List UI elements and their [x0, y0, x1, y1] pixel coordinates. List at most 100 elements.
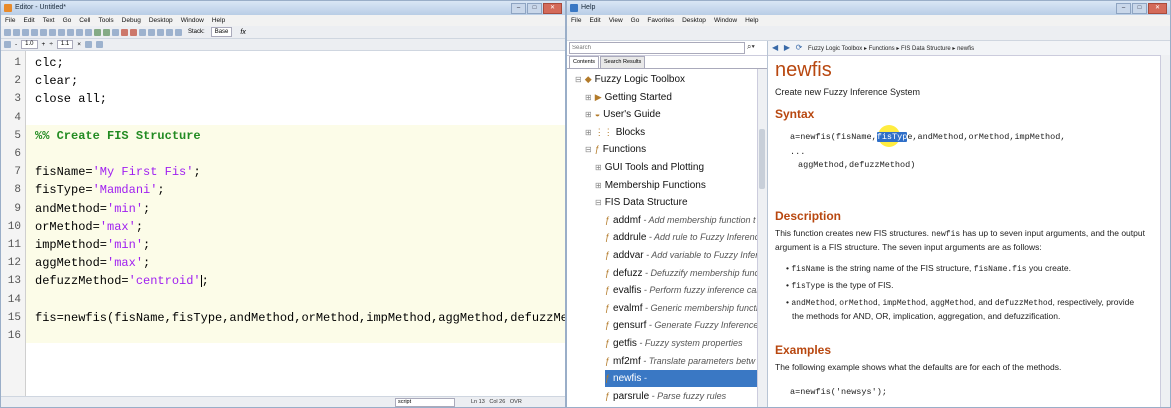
code-line[interactable]: 9 andMethod='min';: [1, 201, 565, 217]
help-menu-go[interactable]: Go: [631, 15, 640, 26]
step-in-icon[interactable]: [148, 28, 155, 36]
code-line[interactable]: 11 impMethod='min';: [1, 237, 565, 253]
code-line[interactable]: 3 close all;: [1, 91, 565, 107]
close-icon[interactable]: ✕: [1148, 3, 1167, 14]
continue-icon[interactable]: [166, 28, 173, 36]
tree-item-evalmf[interactable]: ƒ evalmf - Generic membership functi: [605, 300, 757, 317]
eval-cell-icon[interactable]: [4, 41, 11, 48]
minimize-icon[interactable]: –: [511, 3, 526, 14]
tree-item-getting-started[interactable]: ⊞ ▶ Getting Started: [585, 89, 672, 106]
tree-item-functions[interactable]: ⊟ ƒ Functions: [585, 141, 646, 158]
cell-minus-button[interactable]: -: [15, 41, 17, 48]
editor-menu-help[interactable]: Help: [212, 15, 225, 26]
tree-item-membership-functions[interactable]: ⊞ Membership Functions: [595, 177, 706, 194]
editor-menu-tools[interactable]: Tools: [98, 15, 113, 26]
minimize-icon[interactable]: –: [1116, 3, 1131, 14]
tab-search-results[interactable]: Search Results: [600, 56, 646, 68]
forward-arrow-icon[interactable]: ▶: [784, 43, 790, 52]
help-menu-help[interactable]: Help: [745, 15, 758, 26]
fx-icon[interactable]: fx: [240, 29, 245, 36]
cell-plus-button[interactable]: +: [42, 41, 46, 48]
code-line[interactable]: 15 fis=newfis(fisName,fisType,andMethod,o…: [1, 310, 565, 326]
cell-times-button[interactable]: ×: [77, 41, 81, 48]
refresh-icon[interactable]: ⟳: [796, 43, 803, 52]
expand-icon[interactable]: ⊞: [595, 181, 602, 190]
copy-icon[interactable]: [40, 28, 47, 36]
tree-item-fuzzy-logic-toolbox[interactable]: ⊟ ◆ Fuzzy Logic Toolbox: [575, 71, 685, 88]
breakpoint-icon[interactable]: [121, 28, 128, 36]
help-menu-file[interactable]: File: [571, 15, 581, 26]
forward-icon[interactable]: [103, 28, 110, 36]
help-menu-edit[interactable]: Edit: [589, 15, 600, 26]
editor-menu-window[interactable]: Window: [181, 15, 204, 26]
tree-item-evalfis[interactable]: ƒ evalfis - Perform fuzzy inference cal: [605, 282, 757, 299]
step-out-icon[interactable]: [157, 28, 164, 36]
code-line[interactable]: 14: [1, 292, 565, 308]
expand-icon[interactable]: ⊞: [585, 93, 592, 102]
editor-menu-file[interactable]: File: [5, 15, 15, 26]
tree-item-newfis[interactable]: ƒ newfis -: [605, 370, 757, 388]
tree-item-fis-data-structure[interactable]: ⊟ FIS Data Structure: [595, 194, 688, 211]
code-line[interactable]: 5 %% Create FIS Structure: [1, 128, 565, 144]
code-line[interactable]: 1 clc;: [1, 55, 565, 71]
expand-icon[interactable]: ⊞: [595, 163, 602, 172]
code-line[interactable]: 7 fisName='My First Fis';: [1, 164, 565, 180]
expand-icon[interactable]: ⊞: [585, 128, 592, 137]
content-scrollbar[interactable]: [1160, 55, 1170, 407]
expand-icon[interactable]: ⊞: [585, 110, 592, 119]
code-line[interactable]: 4: [1, 110, 565, 126]
open-file-icon[interactable]: [13, 28, 20, 36]
maximize-icon[interactable]: □: [527, 3, 542, 14]
collapse-icon[interactable]: ⊟: [575, 75, 582, 84]
cell-increment-input[interactable]: 1.1: [56, 40, 74, 49]
tree-item-defuzz[interactable]: ƒ defuzz - Defuzzify membership func: [605, 265, 757, 282]
find-icon[interactable]: [85, 28, 92, 36]
cell-decrement-input[interactable]: 1.0: [21, 40, 38, 49]
tree-scroll-thumb[interactable]: [759, 129, 765, 189]
back-arrow-icon[interactable]: ◀: [772, 43, 778, 52]
help-menu-desktop[interactable]: Desktop: [682, 15, 706, 26]
code-line[interactable]: 12 aggMethod='max';: [1, 255, 565, 271]
editor-menu-desktop[interactable]: Desktop: [149, 15, 173, 26]
back-icon[interactable]: [94, 28, 101, 36]
tree-item-gui-tools-and-plotting[interactable]: ⊞ GUI Tools and Plotting: [595, 159, 704, 176]
paste-icon[interactable]: [49, 28, 56, 36]
print-icon[interactable]: [76, 28, 83, 36]
show-cell-titles-icon[interactable]: [85, 41, 93, 48]
collapse-icon[interactable]: ⊟: [595, 198, 602, 207]
stack-select[interactable]: Base: [210, 27, 233, 37]
code-line[interactable]: 6: [1, 146, 565, 162]
editor-titlebar[interactable]: Editor - Untitled* – □ ✕: [1, 1, 565, 15]
close-icon[interactable]: ✕: [543, 3, 562, 14]
tree-item-addmf[interactable]: ƒ addmf - Add membership function t: [605, 212, 756, 229]
redo-icon[interactable]: [67, 28, 74, 36]
help-titlebar[interactable]: Help – □ ✕: [567, 1, 1170, 15]
code-line[interactable]: 16: [1, 328, 565, 344]
breadcrumb-item[interactable]: newfis: [957, 46, 974, 52]
tree-item-user-s-guide[interactable]: ⊞ ◒ User's Guide: [585, 106, 661, 123]
tree-item-blocks[interactable]: ⊞ ⋮⋮ Blocks: [585, 124, 645, 141]
tree-item-addrule[interactable]: ƒ addrule - Add rule to Fuzzy Inferenc: [605, 229, 757, 246]
undo-icon[interactable]: [58, 28, 65, 36]
code-editor[interactable]: 1 clc; 2 clear; 3 close all; 4 5 %% Create FIS S…: [1, 51, 565, 397]
tree-item-parsrule[interactable]: ƒ parsrule - Parse fuzzy rules: [605, 388, 726, 405]
editor-menu-cell[interactable]: Cell: [79, 15, 90, 26]
tree-item-gensurf[interactable]: ƒ gensurf - Generate Fuzzy Inference: [605, 317, 757, 334]
save-icon[interactable]: [22, 28, 29, 36]
help-menu-favorites[interactable]: Favorites: [647, 15, 674, 26]
tree-item-getfis[interactable]: ƒ getfis - Fuzzy system properties: [605, 335, 742, 352]
help-search-input[interactable]: [569, 42, 745, 54]
code-line[interactable]: 13 defuzzMethod='centroid';: [1, 273, 565, 289]
clear-breakpoints-icon[interactable]: [130, 28, 137, 36]
collapse-icon[interactable]: ⊟: [585, 145, 592, 154]
code-line[interactable]: 10 orMethod='max';: [1, 219, 565, 235]
breadcrumb-item[interactable]: FIS Data Structure: [901, 46, 951, 52]
breadcrumb-item[interactable]: Functions: [869, 46, 895, 52]
cell-mode-icon[interactable]: [96, 41, 104, 48]
maximize-icon[interactable]: □: [1132, 3, 1147, 14]
editor-menu-go[interactable]: Go: [63, 15, 72, 26]
help-menu-view[interactable]: View: [609, 15, 623, 26]
editor-menu-text[interactable]: Text: [43, 15, 55, 26]
tree-item-addvar[interactable]: ƒ addvar - Add variable to Fuzzy Infer: [605, 247, 757, 264]
editor-menu-edit[interactable]: Edit: [23, 15, 34, 26]
